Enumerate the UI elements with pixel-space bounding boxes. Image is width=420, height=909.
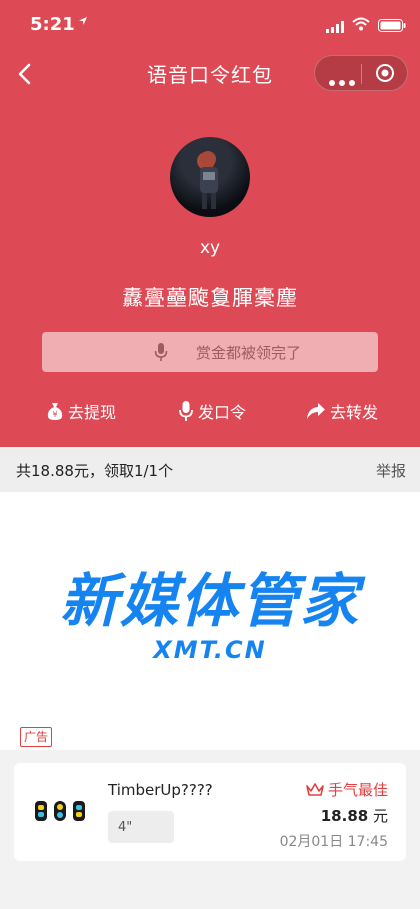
crown-icon [306,782,324,796]
forward-link[interactable]: 去转发 [306,398,378,424]
mini-program-capsule [314,55,408,91]
money-bag-icon: ¥ [47,403,63,420]
amount-unit: 元 [372,807,388,825]
svg-text:¥: ¥ [52,410,57,419]
ad-domain: XMT.CN [153,636,267,664]
amount-value: 18.88 [320,807,369,825]
navigation-bar: 语音口令红包 [0,48,420,100]
voice-button-label: 赏金都被领完了 [196,344,302,362]
claim-record-card: TimberUp???? 4" 手气最佳 18.88 元 02月01日 17:4… [14,763,406,861]
voice-passphrase: 纛亹蘲颴敻腪橐麈 [122,286,298,310]
action-row: ¥ 去提现 发口令 去转发 [0,398,420,424]
user-avatar-logo [34,798,86,828]
battery-icon [378,17,406,36]
send-passphrase-label: 发口令 [198,403,247,422]
capsule-divider [361,64,362,84]
sender-avatar [170,137,250,217]
withdraw-link[interactable]: ¥ 去提现 [46,398,116,424]
red-packet-header: 5:21 语音口令红包 xy 纛亹蘲颴敻腪橐麈 赏金都被领完了 ¥ 去提现 发口… [0,0,420,447]
claimed-amount: 18.88 元 [321,805,388,826]
best-luck-badge: 手气最佳 [306,779,388,800]
microphone-icon [154,342,168,366]
status-time: 5:21 [30,14,75,35]
signal-icon [326,18,346,37]
claim-summary-text: 共18.88元，领取1/1个 [16,462,174,480]
claimer-name: TimberUp???? [108,781,213,799]
best-luck-label: 手气最佳 [327,781,388,799]
ad-headline: 新媒体管家 [59,567,360,635]
close-mini-program-icon[interactable] [375,63,395,83]
claim-time: 02月01日 17:45 [279,834,388,850]
send-passphrase-link[interactable]: 发口令 [178,398,246,424]
wifi-icon [352,16,370,35]
report-link[interactable]: 举报 [376,460,406,481]
microphone-icon [179,401,193,421]
status-bar: 5:21 [0,0,420,48]
location-arrow-icon [78,15,88,29]
record-voice-button[interactable]: 赏金都被领完了 [42,332,378,372]
voice-message-chip[interactable]: 4" [108,811,174,843]
page: 5:21 语音口令红包 xy 纛亹蘲颴敻腪橐麈 赏金都被领完了 ¥ 去提现 发口… [0,0,420,909]
share-arrow-icon [307,403,325,419]
ad-tag: 广告 [20,727,53,747]
withdraw-label: 去提现 [68,403,117,422]
more-options-icon[interactable] [329,71,359,90]
claim-summary-bar: 共18.88元，领取1/1个 举报 [0,447,420,492]
advertisement-banner[interactable]: 新媒体管家 XMT.CN 广告 [0,492,420,750]
voice-duration: 4" [118,820,133,835]
forward-label: 去转发 [330,403,379,422]
sender-name: xy [199,238,221,258]
